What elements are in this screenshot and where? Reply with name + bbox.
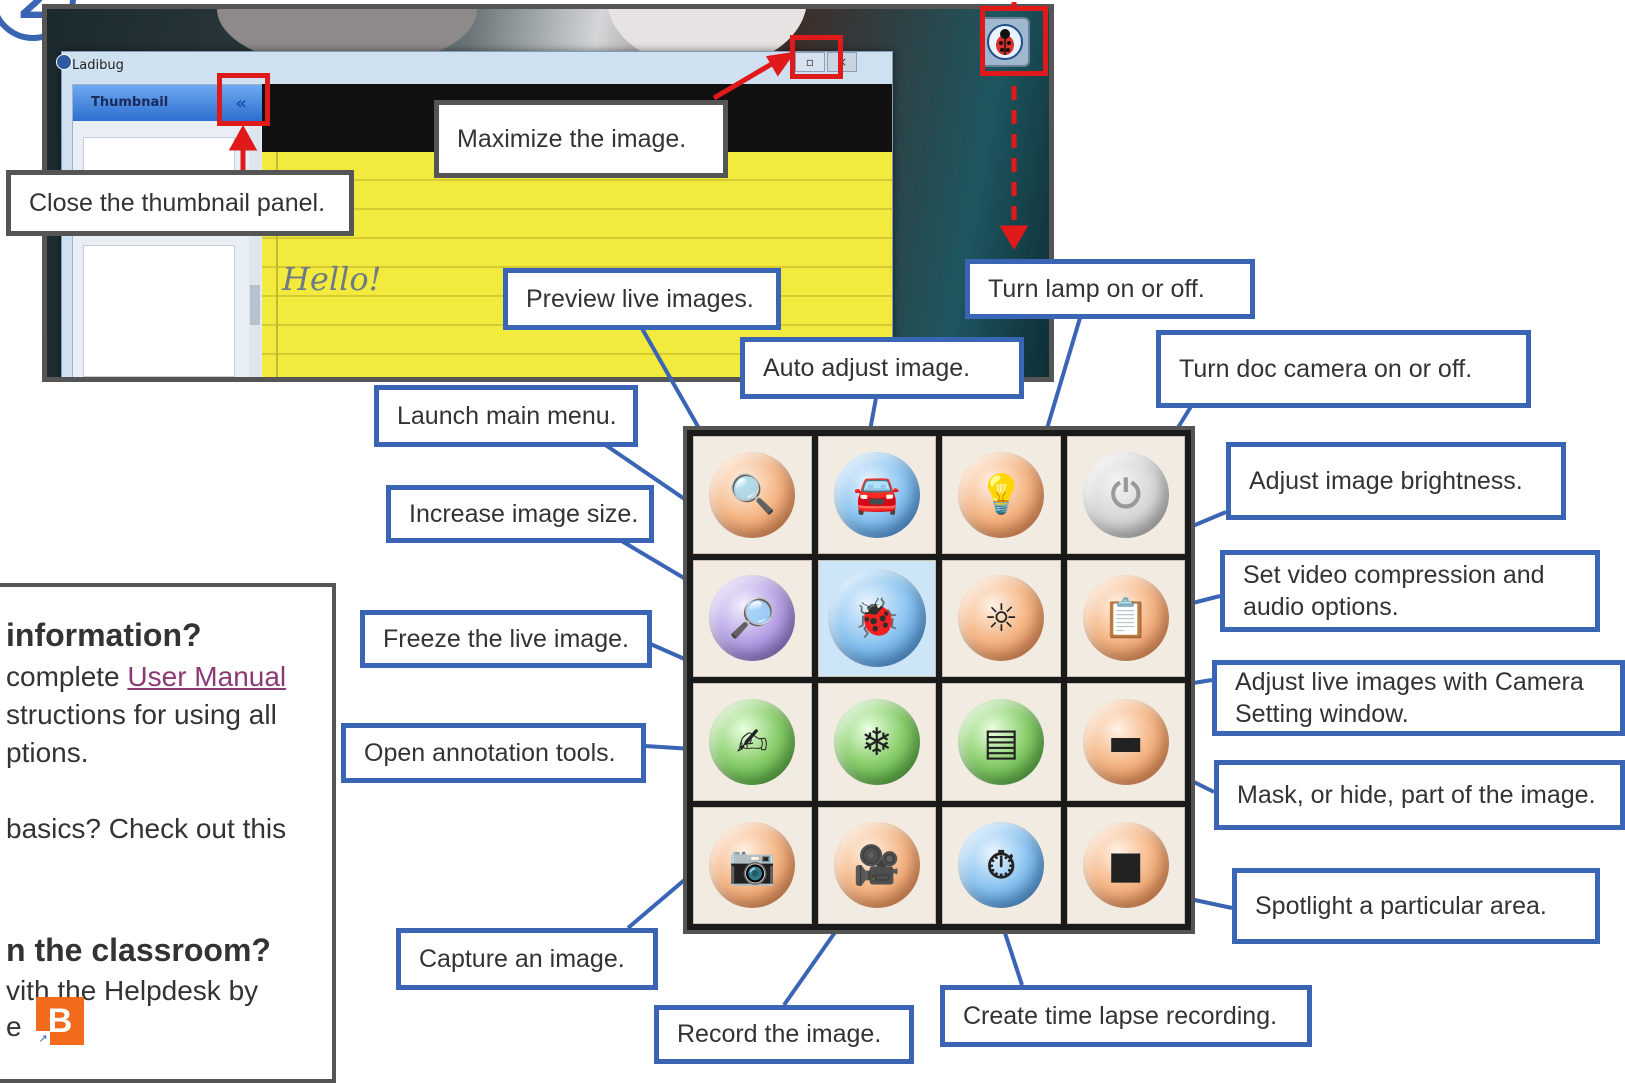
callout-time-lapse: Create time lapse recording. xyxy=(940,985,1312,1047)
callout-launch-menu: Launch main menu. xyxy=(374,385,638,447)
preview-icon[interactable]: 🔍 xyxy=(709,451,796,538)
callout-video-compression: Set video compression and audio options. xyxy=(1220,550,1600,632)
toolbar-cell[interactable]: ⏻ xyxy=(1066,436,1185,554)
callout-spotlight: Spotlight a particular area. xyxy=(1232,868,1600,944)
clipboard-icon[interactable]: 📋 xyxy=(1082,575,1169,662)
shortcut-letter: B xyxy=(47,1001,73,1040)
toolbar-cell[interactable]: ⏱ xyxy=(942,806,1061,924)
toolbar-cell[interactable]: 🚘 xyxy=(817,436,936,554)
toolbar-cell[interactable]: ❄ xyxy=(817,683,936,801)
auto-adjust-icon[interactable]: 🚘 xyxy=(833,451,920,538)
callout-close-thumbnail: Close the thumbnail panel. xyxy=(6,170,354,236)
callout-camera-setting: Adjust live images with Camera Setting w… xyxy=(1212,660,1625,736)
brightness-icon[interactable]: ☼ xyxy=(958,575,1045,662)
timer-icon[interactable]: ⏱ xyxy=(958,822,1045,909)
callout-maximize: Maximize the image. xyxy=(434,100,728,178)
user-manual-link[interactable]: User Manual xyxy=(127,661,286,692)
callout-increase-size: Increase image size. xyxy=(386,485,654,543)
callout-mask: Mask, or hide, part of the image. xyxy=(1214,760,1625,830)
toolbar-cell[interactable]: ■ xyxy=(1066,806,1185,924)
info-text-line: complete User Manual xyxy=(6,661,286,693)
callout-capture: Capture an image. xyxy=(396,928,658,990)
video-camera-icon[interactable]: 🎥 xyxy=(833,822,920,909)
toolbar-cell[interactable]: ▤ xyxy=(942,683,1061,801)
toolbar-cell[interactable]: 📋 xyxy=(1066,559,1185,677)
callout-freeze: Freeze the live image. xyxy=(360,610,652,668)
callout-annotation: Open annotation tools. xyxy=(341,723,646,783)
spotlight-icon[interactable]: ■ xyxy=(1082,822,1169,909)
zoom-in-icon[interactable]: 🔎 xyxy=(709,575,796,662)
callout-adjust-brightness: Adjust image brightness. xyxy=(1226,442,1566,520)
annotation-icon[interactable]: ✍ xyxy=(709,698,796,785)
info-heading: n the classroom? xyxy=(6,932,271,968)
toolbar-cell[interactable]: 🔍 xyxy=(693,436,812,554)
callout-auto-adjust: Auto adjust image. xyxy=(740,337,1024,399)
callout-turn-lamp: Turn lamp on or off. xyxy=(965,259,1255,319)
toolbar-cell[interactable]: ✍ xyxy=(693,683,812,801)
mask-icon[interactable]: ▬ xyxy=(1082,698,1169,785)
info-text-prefix: complete xyxy=(6,661,128,692)
helpdesk-shortcut-icon[interactable]: B ↗ xyxy=(36,997,84,1045)
camera-setting-icon[interactable]: ▤ xyxy=(958,698,1045,785)
toolbar-cell[interactable]: ☼ xyxy=(942,559,1061,677)
toolbar-cell[interactable]: 💡 xyxy=(942,436,1061,554)
power-icon[interactable]: ⏻ xyxy=(1082,451,1169,538)
info-text-line: basics? Check out this xyxy=(6,813,287,844)
info-heading: information? xyxy=(6,617,202,653)
info-text-line: e xyxy=(6,1011,22,1042)
toolbar-cell[interactable]: 🎥 xyxy=(817,806,936,924)
camera-icon[interactable]: 📷 xyxy=(709,822,796,909)
info-text-line: structions for using all xyxy=(6,699,277,730)
toolbar-cell[interactable]: 🐞 xyxy=(817,559,936,677)
callout-turn-doc-camera: Turn doc camera on or off. xyxy=(1156,330,1531,408)
callout-record: Record the image. xyxy=(654,1005,914,1064)
info-panel: information? complete User Manual struct… xyxy=(0,583,336,1083)
ladibug-menu-icon[interactable]: 🐞 xyxy=(827,569,926,668)
info-text-line: ptions. xyxy=(6,737,89,768)
toolbar-cell[interactable]: ▬ xyxy=(1066,683,1185,801)
toolbar-icon-grid: 🔍 🚘 💡 ⏻ 🔎 🐞 ☼ 📋 ✍ ❄ ▤ ▬ 📷 🎥 ⏱ ■ xyxy=(683,426,1195,934)
toolbar-cell[interactable]: 📷 xyxy=(693,806,812,924)
freeze-icon[interactable]: ❄ xyxy=(833,698,920,785)
callout-preview-live: Preview live images. xyxy=(503,268,781,330)
toolbar-cell[interactable]: 🔎 xyxy=(693,559,812,677)
shortcut-arrow-icon: ↗ xyxy=(36,1031,50,1045)
lamp-icon[interactable]: 💡 xyxy=(958,451,1045,538)
